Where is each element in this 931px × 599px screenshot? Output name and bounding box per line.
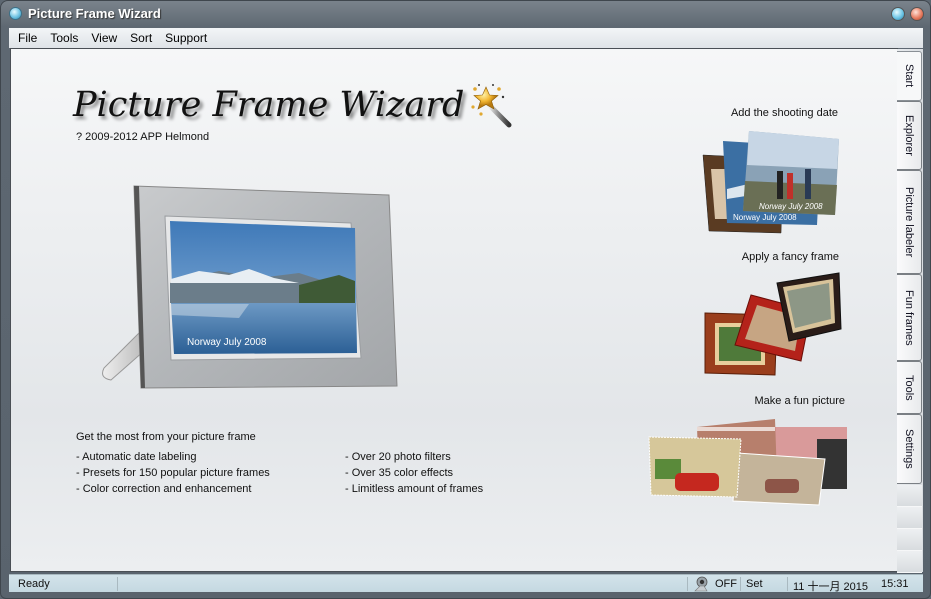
tab-picture-labeler[interactable]: Picture labeler <box>897 170 922 274</box>
feature-item: - Limitless amount of frames <box>345 483 484 495</box>
feature-item: - Over 35 color effects <box>345 467 454 479</box>
tab-fun-frames[interactable]: Fun frames <box>897 274 922 361</box>
feature-item: - Color correction and enhancement <box>76 483 252 495</box>
window-title: Picture Frame Wizard <box>28 6 161 21</box>
picture-frame-illustration: Norway July 2008 <box>99 183 399 393</box>
frame-caption: Norway July 2008 <box>187 337 267 348</box>
promo-label-fancy-frame[interactable]: Apply a fancy frame <box>701 251 839 263</box>
menu-support[interactable]: Support <box>165 31 207 45</box>
menu-tools[interactable]: Tools <box>50 31 78 45</box>
tab-filler <box>897 529 922 551</box>
tab-filler <box>897 507 922 529</box>
promo-label-shooting-date[interactable]: Add the shooting date <box>701 107 838 119</box>
webcam-state: OFF <box>715 578 737 590</box>
status-text: Ready <box>18 578 50 590</box>
status-separator <box>787 577 788 591</box>
status-separator <box>117 577 118 591</box>
minimize-button[interactable] <box>891 7 905 21</box>
menu-bar: File Tools View Sort Support <box>9 28 923 48</box>
intro-heading: Get the most from your picture frame <box>76 431 256 443</box>
menu-view[interactable]: View <box>91 31 117 45</box>
menu-file[interactable]: File <box>18 31 37 45</box>
promo-label-fun-picture[interactable]: Make a fun picture <box>701 395 846 407</box>
status-bar: Ready OFF Set 11 十一月 2015 15:31 <box>9 574 923 593</box>
tab-tools[interactable]: Tools <box>897 361 922 414</box>
status-time: 15:31 <box>881 578 909 590</box>
menu-sort[interactable]: Sort <box>130 31 152 45</box>
tab-filler <box>897 485 922 507</box>
promo-image-shooting-date[interactable]: Norway July 2008 Norway July 2008 <box>701 129 843 235</box>
tab-settings[interactable]: Settings <box>897 414 922 484</box>
logo-title: Picture Frame Wizard <box>73 85 465 125</box>
status-separator <box>740 577 741 591</box>
close-button[interactable] <box>910 7 924 21</box>
set-button[interactable]: Set <box>746 578 763 590</box>
side-tabs: Start Explorer Picture labeler Fun frame… <box>897 49 923 573</box>
tab-explorer[interactable]: Explorer <box>897 101 922 170</box>
features-left: - Automatic date labeling - Presets for … <box>76 449 270 497</box>
features-right: - Over 20 photo filters - Over 35 color … <box>345 449 483 497</box>
feature-item: - Presets for 150 popular picture frames <box>76 467 270 479</box>
promo-caption: Norway July 2008 <box>759 202 823 211</box>
promo-image-fancy-frame[interactable] <box>704 272 842 376</box>
promo-image-fun-picture[interactable] <box>648 419 847 506</box>
tab-filler <box>897 551 922 573</box>
webcam-icon[interactable] <box>693 576 709 592</box>
title-bar[interactable]: Picture Frame Wizard <box>1 1 930 27</box>
magic-wand-icon <box>471 84 512 128</box>
app-icon <box>9 7 22 20</box>
status-separator <box>687 577 688 591</box>
promo-caption-back: Norway July 2008 <box>733 213 797 222</box>
copyright-text: ? 2009-2012 APP Helmond <box>76 131 210 143</box>
status-date: 11 十一月 2015 <box>793 581 869 593</box>
feature-item: - Over 20 photo filters <box>345 451 451 463</box>
app-window: Picture Frame Wizard File Tools View Sor… <box>0 0 931 599</box>
feature-item: - Automatic date labeling <box>76 451 197 463</box>
tab-start[interactable]: Start <box>897 51 922 101</box>
